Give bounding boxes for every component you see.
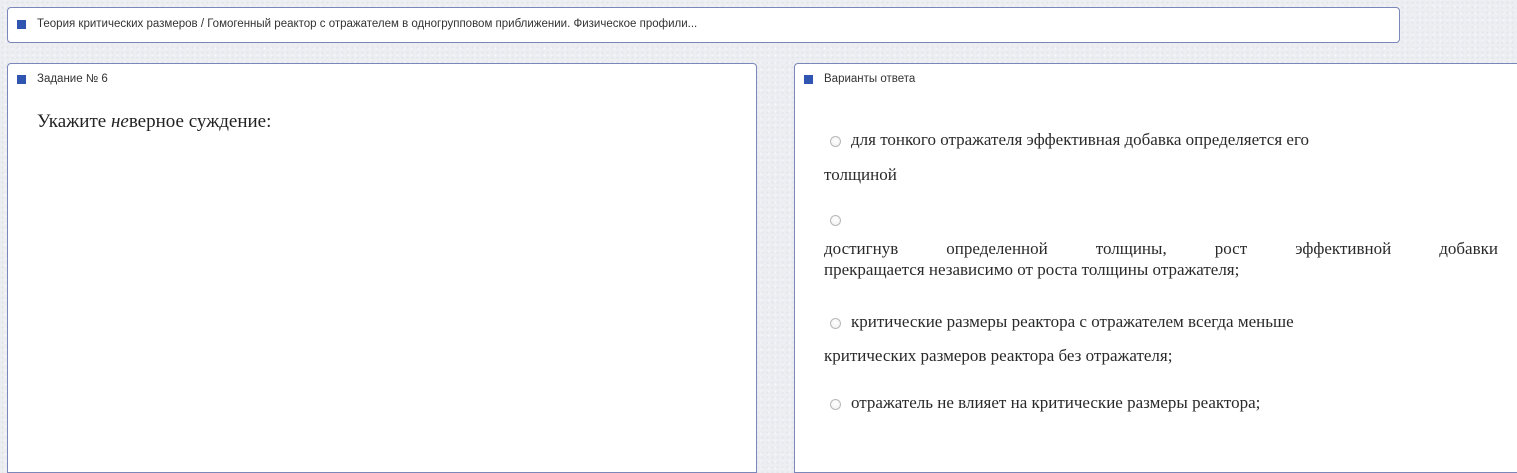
task-panel: Задание № 6 Укажите неверное суждение: xyxy=(7,63,757,473)
task-title: Задание № 6 xyxy=(37,73,108,85)
option-text: отражатель не влияет на критические разм… xyxy=(851,393,1261,412)
radio-button[interactable] xyxy=(830,215,841,226)
square-icon xyxy=(17,19,26,29)
option-text: критические размеры реактора с отражател… xyxy=(851,312,1294,331)
option-text: для тонкого отражателя эффективная добав… xyxy=(851,130,1309,149)
radio-button[interactable] xyxy=(830,317,841,329)
breadcrumb-text: Теория критических размеров / Гомогенный… xyxy=(37,18,698,30)
radio-button[interactable] xyxy=(830,398,841,410)
answers-panel-header: Варианты ответа xyxy=(804,73,915,85)
option-text: достигнув определенной толщины, рост эфф… xyxy=(824,239,1498,258)
breadcrumb: Теория критических размеров / Гомогенный… xyxy=(7,7,1400,43)
answers-title: Варианты ответа xyxy=(824,73,916,85)
radio-button[interactable] xyxy=(830,135,841,147)
square-icon xyxy=(17,74,26,84)
question-emphasis: не xyxy=(110,111,129,132)
option-text-continuation: критических размеров реактора без отража… xyxy=(824,346,1173,365)
option-text-continuation: прекращается независимо от роста толщины… xyxy=(824,260,1240,279)
breadcrumb-header: Теория критических размеров / Гомогенный… xyxy=(17,18,697,30)
option-text-continuation: толщиной xyxy=(824,165,897,184)
question-text-end: верное суждение: xyxy=(128,111,272,132)
question-text: Укажите неверное суждение: xyxy=(37,111,271,133)
question-text-start: Укажите xyxy=(37,111,111,132)
task-panel-header: Задание № 6 xyxy=(17,73,108,85)
square-icon xyxy=(804,74,813,84)
answers-panel: Варианты ответа для тонкого отражателя э… xyxy=(794,63,1517,473)
